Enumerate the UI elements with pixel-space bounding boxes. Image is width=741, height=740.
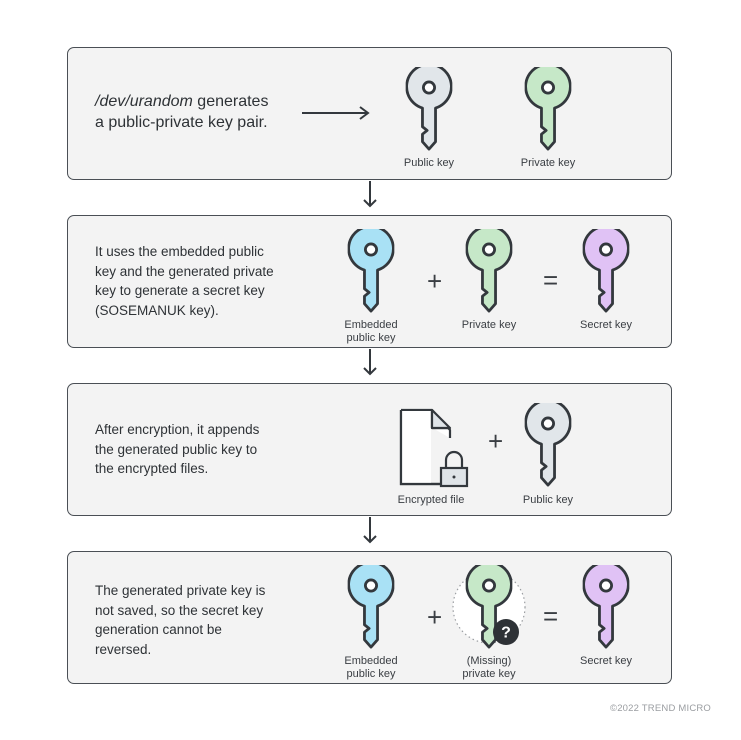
embedded-public-key-label: Embedded public key [316, 319, 426, 345]
step-4-description: The generated private key is not saved, … [95, 581, 265, 659]
public-key-label: Public key [522, 494, 574, 506]
step-2-description: It uses the embedded public key and the … [95, 242, 274, 320]
down-arrow-icon [363, 349, 377, 376]
text-line: reversed. [95, 641, 152, 657]
private-key-icon [464, 229, 514, 313]
embedded-public-key-label: Embedded public key [316, 655, 426, 681]
step-2-box: It uses the embedded public key and the … [67, 215, 672, 348]
step-1-line2: a public-private key pair. [95, 114, 268, 131]
step-1-line1: generates [192, 93, 269, 110]
plus-operator: + [427, 266, 443, 296]
text-line: generation cannot be [95, 622, 222, 637]
private-key-icon [523, 67, 573, 151]
secret-key-icon [581, 229, 631, 313]
down-arrow-icon [363, 517, 377, 544]
right-arrow-icon [302, 106, 370, 120]
text-line: not saved, so the secret key [95, 602, 264, 618]
embedded-public-key-icon [346, 229, 396, 313]
step-3-box: After encryption, it appends the generat… [67, 383, 672, 516]
text-line: the generated public key to [95, 441, 258, 457]
text-line: key to generate a secret key [95, 283, 265, 298]
down-arrow-icon [363, 181, 377, 208]
step-4-box: The generated private key is not saved, … [67, 551, 672, 684]
plus-operator: + [427, 602, 443, 632]
step-3-description: After encryption, it appends the generat… [95, 420, 259, 479]
secret-key-label: Secret key [580, 655, 632, 667]
label-line: private key [462, 668, 516, 680]
question-mark: ? [501, 625, 511, 642]
label-line: public key [346, 332, 396, 344]
public-key-label: Public key [403, 157, 455, 169]
private-key-label: Private key [461, 319, 517, 331]
label-line: public key [346, 668, 396, 680]
missing-private-key-label: (Missing) private key [434, 655, 544, 681]
step-1-box: /dev/urandom generates a public-private … [67, 47, 672, 180]
step-1-description: /dev/urandom generates a public-private … [95, 91, 268, 133]
urandom-text: /dev/urandom [95, 93, 193, 110]
encrypted-file-icon [399, 408, 469, 488]
equals-operator: = [543, 601, 559, 631]
encrypted-file-label: Encrypted file [397, 494, 465, 506]
label-line: Embedded [344, 319, 398, 331]
secret-key-label: Secret key [580, 319, 632, 331]
text-line: key and the generated private [95, 263, 274, 279]
private-key-label: Private key [520, 157, 576, 169]
copyright: ©2022 TREND MICRO [610, 703, 712, 714]
plus-operator: + [488, 426, 504, 456]
equals-operator: = [543, 265, 559, 295]
text-line: After encryption, it appends [95, 422, 260, 437]
text-line: The generated private key is [95, 583, 266, 598]
secret-key-icon [581, 565, 631, 649]
text-line: It uses the embedded public [95, 244, 264, 259]
public-key-icon [523, 403, 573, 487]
embedded-public-key-icon [346, 565, 396, 649]
label-line: (Missing) [466, 655, 512, 667]
public-key-icon [404, 67, 454, 151]
question-badge-icon: ? [493, 619, 519, 645]
text-line: (SOSEMANUK key). [95, 302, 219, 318]
label-line: Embedded [344, 655, 398, 667]
text-line: the encrypted files. [95, 461, 209, 476]
